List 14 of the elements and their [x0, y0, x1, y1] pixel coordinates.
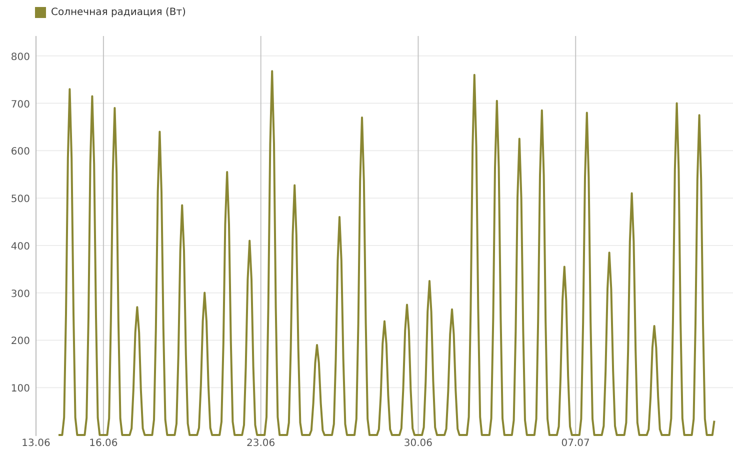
x-tick-label: 23.06	[246, 438, 276, 449]
y-tick-label: 500	[10, 194, 30, 206]
y-tick-label: 300	[10, 288, 30, 300]
y-tick-label: 600	[10, 146, 30, 158]
x-tick-label: 30.06	[404, 438, 433, 449]
y-tick-label: 700	[10, 99, 30, 110]
y-tick-label: 100	[10, 384, 30, 395]
y-tick-label: 400	[10, 241, 30, 252]
x-tick-label: 07.07	[561, 438, 590, 449]
y-tick-label: 200	[10, 336, 30, 348]
x-tick-label: 13.06	[22, 438, 50, 449]
y-tick-label: 800	[10, 52, 30, 63]
x-tick-label: 16.06	[89, 438, 118, 449]
legend-label: Солнечная радиация (Вт)	[51, 6, 186, 18]
